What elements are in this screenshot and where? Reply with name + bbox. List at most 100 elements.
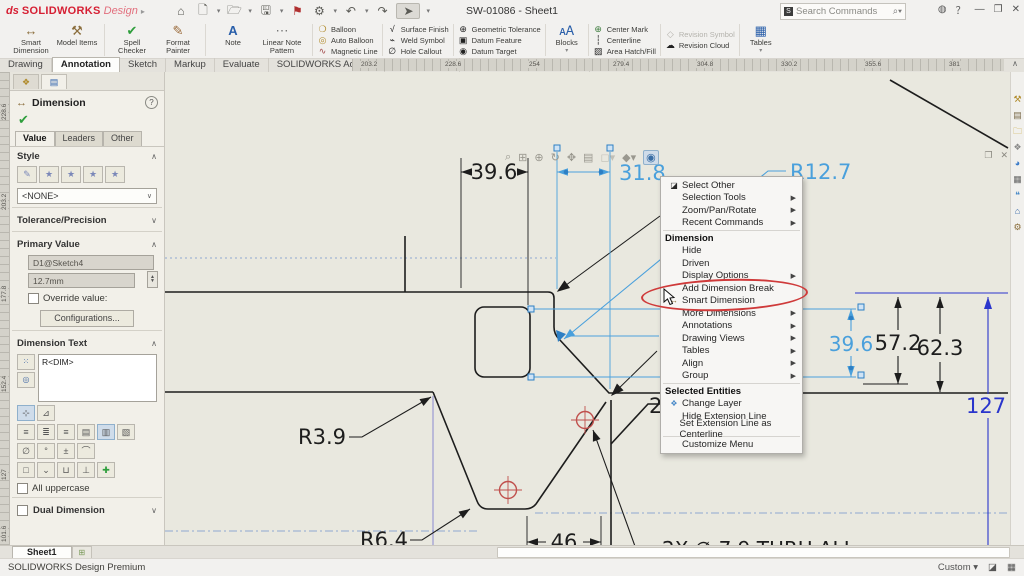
home-pane-icon[interactable]: ⌂ [1015, 206, 1020, 216]
ribbon-area-hatch-button[interactable]: ▨Area Hatch/Fill [593, 46, 656, 56]
countersink-symbol-button[interactable]: ⌄ [37, 462, 55, 478]
style-section-header[interactable]: Style∧ [10, 147, 164, 164]
style-dropdown[interactable]: <NONE>∨ [17, 188, 157, 204]
all-uppercase-checkbox[interactable] [17, 483, 28, 494]
dimension-r6-4[interactable]: R6.4 [360, 509, 470, 545]
undo-icon[interactable]: ↶ [343, 4, 359, 18]
ok-check-icon[interactable]: ✔ [10, 111, 164, 131]
configurations-button[interactable]: Configurations... [40, 310, 134, 327]
tolerance-section-header[interactable]: Tolerance/Precision∨ [10, 211, 164, 228]
display-style-icon[interactable]: ◆▾ [622, 151, 636, 164]
add-style-button[interactable]: ★ [39, 166, 59, 183]
justify-left-button[interactable]: ≡ [17, 424, 35, 440]
custom-properties-icon[interactable]: ▦ [1013, 174, 1022, 184]
text-below-button[interactable]: ▧ [117, 424, 135, 440]
doc-restore-icon[interactable]: ❐ [984, 150, 992, 161]
zoom-to-fit-icon[interactable]: ⌕ [505, 151, 511, 164]
tab-drawing[interactable]: Drawing [0, 58, 52, 72]
doc-close-icon[interactable]: ✕ [1000, 150, 1008, 161]
tab-markup[interactable]: Markup [166, 58, 215, 72]
tab-leaders[interactable]: Leaders [55, 131, 104, 146]
menu-smart-dimension[interactable]: ↔Smart Dimension [661, 295, 802, 308]
appearances-icon[interactable]: ◕ [1015, 158, 1020, 168]
save-icon[interactable]: 🖫 [258, 1, 274, 22]
zoom-to-area-icon[interactable]: ⊞ [518, 151, 527, 164]
menu-drawing-views[interactable]: Drawing Views▶ [661, 332, 802, 345]
dimension-text-section-header[interactable]: Dimension Text∧ [10, 334, 164, 351]
ribbon-geometric-tolerance-button[interactable]: ⊕Geometric Tolerance [458, 24, 541, 34]
ribbon-centerline-button[interactable]: ┆Centerline [593, 35, 656, 45]
help-icon[interactable]: ？ [956, 2, 966, 17]
text-position-broken-leader-button[interactable]: ⊿ [37, 405, 55, 421]
grid-status-icon[interactable]: ▦ [1007, 562, 1016, 573]
ribbon-revision-cloud-button[interactable]: ☁Revision Cloud [665, 41, 735, 51]
justify-right-button[interactable]: ≡ [57, 424, 75, 440]
drag-handle[interactable] [528, 374, 534, 380]
menu-set-extension-centerline[interactable]: Set Extension Line as Centerline [661, 423, 802, 436]
save-dropdown-icon[interactable]: ▾ [280, 7, 284, 15]
primary-value-section-header[interactable]: Primary Value∧ [10, 235, 164, 252]
view-palette-icon[interactable]: ❖ [1013, 142, 1021, 152]
dimension-text-area[interactable]: R<DIM> [38, 354, 157, 402]
menu-driven[interactable]: Driven [661, 257, 802, 270]
ribbon-center-mark-button[interactable]: ⊕Center Mark [593, 24, 656, 34]
plus-minus-symbol-button[interactable]: ± [57, 443, 75, 459]
counterbore-symbol-button[interactable]: ⊔ [57, 462, 75, 478]
close-button[interactable]: ✕ [1012, 4, 1020, 15]
value-spinner[interactable]: ▲▼ [147, 271, 158, 288]
drag-handle[interactable] [858, 304, 864, 310]
feature-manager-tab[interactable]: ❖ [13, 74, 39, 89]
ribbon-smart-dimension-button[interactable]: ↔ Smart Dimension▾ [8, 23, 54, 57]
menu-add-dimension-break[interactable]: Add Dimension Break [661, 282, 802, 295]
pan-icon[interactable]: ✥ [567, 151, 576, 164]
dual-dimension-section-header[interactable]: Dual Dimension∨ [10, 501, 164, 518]
add-sheet-tab[interactable]: ⊞ [72, 546, 93, 558]
user-account-icon[interactable]: ◍ [938, 4, 947, 15]
dimension-r3-9[interactable]: R3.9 [298, 397, 431, 449]
property-manager-tab[interactable]: ▤ [41, 74, 67, 89]
dimension-39-6-top[interactable]: 39.6 [461, 158, 528, 305]
dimension-name-field[interactable]: D1@Sketch4 [28, 255, 154, 270]
save-style-button[interactable]: ★ [83, 166, 103, 183]
menu-display-options[interactable]: Display Options▶ [661, 270, 802, 283]
centerline-symbol-button[interactable]: ⌒ [77, 443, 95, 459]
traffic-light-icon[interactable]: ⚑ [289, 4, 305, 18]
menu-tables[interactable]: Tables▶ [661, 345, 802, 358]
ribbon-model-items-button[interactable]: ⚒ Model Items [54, 23, 100, 57]
drag-handle[interactable] [528, 306, 534, 312]
tab-value[interactable]: Value [15, 131, 55, 146]
menu-annotations[interactable]: Annotations▶ [661, 320, 802, 333]
ribbon-spell-checker-button[interactable]: ✔ Spell Checker [109, 23, 155, 57]
menu-customize-menu[interactable]: Customize Menu [661, 438, 802, 451]
ribbon-hole-callout-button[interactable]: ∅Hole Callout [387, 46, 449, 56]
ribbon-datum-feature-button[interactable]: ▣Datum Feature [458, 35, 541, 45]
justify-center-button[interactable]: ≣ [37, 424, 55, 440]
square-symbol-button[interactable]: □ [17, 462, 35, 478]
view-orientation-icon[interactable]: ◻▾ [600, 151, 615, 164]
sheet-properties-icon[interactable]: ▤ [583, 151, 593, 164]
panel-help-icon[interactable]: ? [145, 96, 158, 109]
more-symbols-button[interactable]: ✚ [97, 462, 115, 478]
override-value-checkbox[interactable] [28, 293, 39, 304]
menu-hide[interactable]: Hide [661, 245, 802, 258]
dual-dimension-checkbox[interactable] [17, 505, 28, 516]
ribbon-magnetic-line-button[interactable]: ∿Magnetic Line [317, 46, 378, 56]
home-icon[interactable]: ⌂ [173, 4, 189, 18]
search-commands-box[interactable]: S Search Commands ⌕▾ [780, 3, 906, 20]
dim-inspection-button[interactable]: ◎ [17, 372, 35, 388]
new-dropdown-icon[interactable]: ▾ [217, 7, 221, 15]
ribbon-linear-note-pattern-button[interactable]: ⋯ Linear Note Pattern▾ [256, 23, 308, 57]
ribbon-tables-button[interactable]: ▦ Tables▾ [744, 23, 778, 57]
text-above-button[interactable]: ▤ [77, 424, 95, 440]
menu-recent-commands[interactable]: Recent Commands▶ [661, 217, 802, 230]
unit-system-selector[interactable]: Custom ▾ [938, 562, 978, 573]
menu-align[interactable]: Align▶ [661, 357, 802, 370]
solidworks-resources-icon[interactable]: ⚒ [1013, 94, 1021, 104]
horizontal-scrollbar-thumb[interactable] [497, 547, 1010, 558]
menu-more-dimensions[interactable]: More Dimensions▶ [661, 307, 802, 320]
ribbon-note-button[interactable]: A Note [210, 23, 256, 57]
ribbon-auto-balloon-button[interactable]: ◎Auto Balloon [317, 35, 378, 45]
text-position-solid-leader-button[interactable]: ⊹ [17, 405, 35, 421]
diameter-symbol-button[interactable]: ∅ [17, 443, 35, 459]
tab-sketch[interactable]: Sketch [120, 58, 166, 72]
